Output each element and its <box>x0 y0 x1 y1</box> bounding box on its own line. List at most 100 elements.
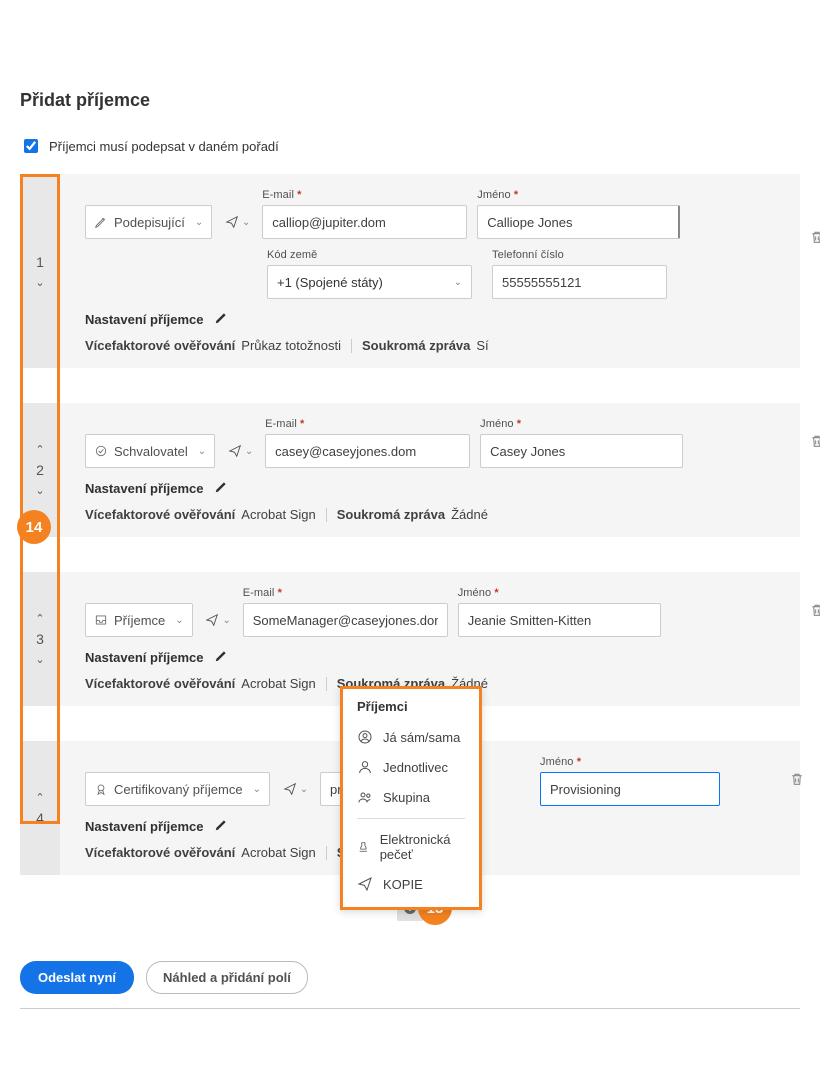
order-number: 3 <box>36 631 44 647</box>
recipient-card: ⌃ 4 Certifikovaný příjemce ⌄ ⌄ E-mail * <box>20 741 800 875</box>
role-label: Certifikovaný příjemce <box>114 782 243 797</box>
chevron-down-icon: ⌄ <box>454 277 462 288</box>
preview-add-fields-button[interactable]: Náhled a přidání polí <box>146 961 308 994</box>
mfa-value: Acrobat Sign <box>241 676 315 691</box>
send-now-button[interactable]: Odeslat nyní <box>20 961 134 994</box>
chevron-down-icon: ⌄ <box>222 615 230 626</box>
send-individually-toggle[interactable]: ⌄ <box>222 205 252 239</box>
move-down-icon[interactable]: ⌄ <box>35 484 44 497</box>
send-individually-toggle[interactable]: ⌄ <box>225 434 255 468</box>
email-input[interactable] <box>243 603 448 637</box>
name-label: Jméno * <box>477 189 680 201</box>
mfa-value: Průkaz totožnosti <box>241 338 341 353</box>
pen-icon <box>94 215 108 229</box>
divider <box>326 846 327 860</box>
popup-item-label: Jednotlivec <box>383 760 448 775</box>
email-input[interactable] <box>265 434 470 468</box>
name-input[interactable] <box>540 772 720 806</box>
country-code-value: +1 (Spojené státy) <box>277 275 383 290</box>
divider <box>351 339 352 353</box>
pencil-icon <box>214 649 228 663</box>
trash-icon <box>809 229 820 245</box>
email-label: E-mail * <box>262 189 467 201</box>
popup-title: Příjemci <box>343 699 479 722</box>
page-title: Přidat příjemce <box>20 90 800 111</box>
mfa-value: Acrobat Sign <box>241 507 315 522</box>
role-select[interactable]: Schvalovatel ⌄ <box>85 434 215 468</box>
recipient-type-popup: Příjemci Já sám/sama Jednotlivec Skupina… <box>340 686 482 910</box>
inbox-icon <box>94 613 108 627</box>
cert-icon <box>94 782 108 796</box>
popup-separator <box>357 818 465 819</box>
popup-item-label: Já sám/sama <box>383 730 460 745</box>
recipient-card: 1 ⌄ Podepisující ⌄ ⌄ E-mail * <box>20 174 800 368</box>
popup-item-cc[interactable]: KOPIE <box>343 869 479 899</box>
name-label: Jméno * <box>458 587 661 599</box>
move-down-icon[interactable]: ⌄ <box>35 653 44 666</box>
paper-plane-icon <box>224 215 240 229</box>
private-msg-label: Soukromá zpráva <box>362 338 470 353</box>
edit-settings-button[interactable] <box>214 649 228 666</box>
name-input[interactable] <box>458 603 661 637</box>
chevron-down-icon: ⌄ <box>242 217 250 228</box>
country-code-select[interactable]: +1 (Spojené státy) ⌄ <box>267 265 472 299</box>
role-select[interactable]: Příjemce ⌄ <box>85 603 193 637</box>
send-individually-toggle[interactable]: ⌄ <box>280 772 310 806</box>
move-up-icon[interactable]: ⌃ <box>35 443 44 456</box>
email-label: E-mail * <box>243 587 448 599</box>
chevron-down-icon: ⌄ <box>175 615 183 626</box>
chevron-down-icon: ⌄ <box>198 446 206 457</box>
move-down-icon[interactable]: ⌄ <box>35 276 44 289</box>
role-label: Příjemce <box>114 613 165 628</box>
popup-item-individual[interactable]: Jednotlivec <box>343 752 479 782</box>
chevron-down-icon: ⌄ <box>300 784 308 795</box>
name-label: Jméno * <box>480 418 683 430</box>
trash-icon <box>789 771 805 787</box>
pencil-icon <box>214 818 228 832</box>
annotation-badge-14: 14 <box>17 510 51 544</box>
name-input[interactable] <box>480 434 683 468</box>
pencil-icon <box>214 311 228 325</box>
order-checkbox[interactable] <box>24 139 38 153</box>
pencil-icon <box>214 480 228 494</box>
mfa-label: Vícefaktorové ověřování <box>85 338 235 353</box>
delete-recipient-button[interactable] <box>809 602 820 621</box>
edit-settings-button[interactable] <box>214 818 228 835</box>
edit-settings-button[interactable] <box>214 311 228 328</box>
delete-recipient-button[interactable] <box>809 229 820 248</box>
popup-item-label: Skupina <box>383 790 430 805</box>
recipient-settings-label: Nastavení příjemce <box>85 481 204 496</box>
private-msg-value: Sí <box>476 338 488 353</box>
name-input[interactable] <box>477 205 680 239</box>
send-individually-toggle[interactable]: ⌄ <box>203 603 233 637</box>
edit-settings-button[interactable] <box>214 480 228 497</box>
paper-plane-icon <box>204 613 220 627</box>
trash-icon <box>809 433 820 449</box>
paper-plane-icon <box>282 782 298 796</box>
chevron-down-icon: ⌄ <box>195 217 203 228</box>
private-msg-value: Žádné <box>451 507 488 522</box>
move-up-icon[interactable]: ⌃ <box>35 791 44 804</box>
delete-recipient-button[interactable] <box>789 771 805 790</box>
move-up-icon[interactable]: ⌃ <box>35 612 44 625</box>
popup-item-eseal[interactable]: Elektronická pečeť <box>343 825 479 869</box>
popup-item-myself[interactable]: Já sám/sama <box>343 722 479 752</box>
chevron-down-icon: ⌄ <box>245 446 253 457</box>
role-select[interactable]: Podepisující ⌄ <box>85 205 212 239</box>
delete-recipient-button[interactable] <box>809 433 820 452</box>
stamp-icon <box>357 839 370 855</box>
country-code-label: Kód země <box>267 249 472 261</box>
popup-item-group[interactable]: Skupina <box>343 782 479 812</box>
role-label: Podepisující <box>114 215 185 230</box>
email-input[interactable] <box>262 205 467 239</box>
mfa-label: Vícefaktorové ověřování <box>85 676 235 691</box>
recipient-card: ⌃ 2 ⌄ Schvalovatel ⌄ ⌄ E-mail * <box>20 403 800 537</box>
role-select[interactable]: Certifikovaný příjemce ⌄ <box>85 772 270 806</box>
check-seal-icon <box>94 444 108 458</box>
phone-input[interactable] <box>492 265 667 299</box>
phone-label: Telefonní číslo <box>492 249 667 261</box>
mfa-label: Vícefaktorové ověřování <box>85 845 235 860</box>
recipient-settings-label: Nastavení příjemce <box>85 312 204 327</box>
recipient-settings-label: Nastavení příjemce <box>85 650 204 665</box>
private-msg-label: Soukromá zpráva <box>337 507 445 522</box>
